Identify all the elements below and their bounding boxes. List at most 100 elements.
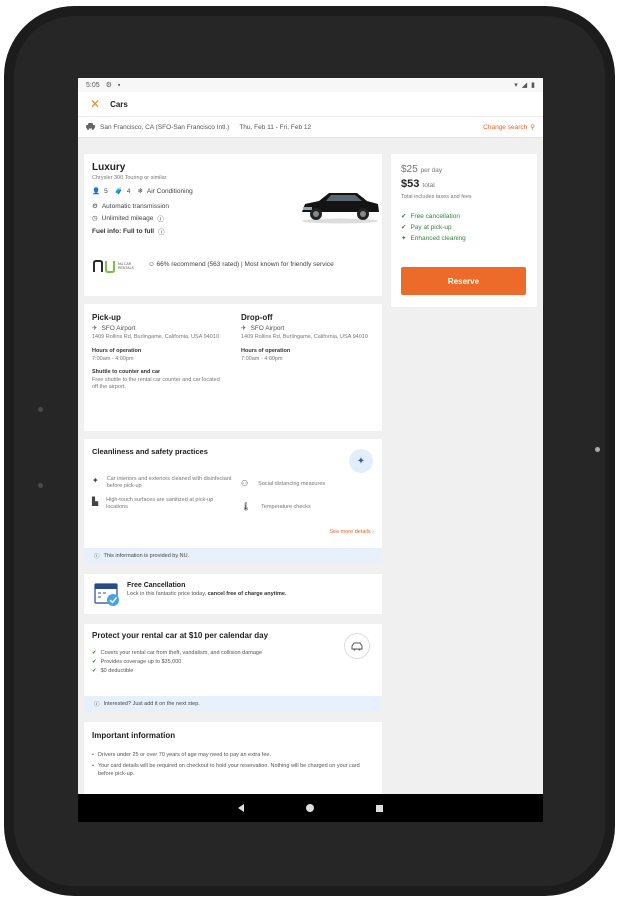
cleanliness-item: Social distancing measures (258, 480, 326, 487)
pickup-heading: Pick-up (92, 313, 121, 322)
price-feature: Pay at pick-up (410, 223, 452, 231)
price-feature: Enhanced cleaning (410, 234, 466, 242)
rating-icon: ☺ (148, 261, 155, 268)
check-icon: ✔ (92, 668, 97, 674)
recents-icon[interactable] (376, 804, 383, 812)
home-icon[interactable] (306, 804, 314, 812)
protection-info-bar: ⓘ Interested? Just add it on the next st… (84, 696, 382, 712)
price-card: $25 per day $53 total Total includes tax… (391, 154, 537, 307)
wifi-icon: ▾ (514, 82, 518, 89)
cleanliness-card: Cleanliness and safety practices ✦ ✦ Car… (84, 439, 382, 564)
price-total-unit: total (422, 182, 435, 189)
protection-heading: Protect your rental car at $10 per calen… (92, 631, 269, 640)
price-per-day-unit: per day (420, 167, 443, 174)
app-bar: ✕ Cars (78, 92, 543, 117)
change-search-link[interactable]: Change search ⚲ (483, 123, 535, 132)
check-icon: ✔ (401, 224, 407, 231)
check-icon: ✔ (401, 213, 407, 220)
page-title: Cars (110, 99, 128, 109)
android-nav-bar (78, 794, 543, 822)
search-location: San Francisco, CA (SFO-San Francisco Int… (100, 123, 230, 131)
snowflake-icon: ❄ (137, 188, 143, 195)
info-icon: ⓘ (94, 702, 100, 708)
dropoff-heading: Drop-off (241, 313, 273, 322)
important-item: Your card details will be required on ch… (97, 763, 360, 777)
see-more-label: See more details (329, 529, 371, 535)
reserve-button[interactable]: Reserve (401, 267, 526, 295)
pickup-hours-label: Hours of operation (92, 348, 142, 354)
cancellation-heading: Free Cancellation (127, 582, 186, 589)
sparkle-icon: ✦ (349, 449, 373, 473)
free-cancellation-card: Free Cancellation Lock in this fantastic… (84, 574, 382, 614)
shuttle-label: Shuttle to counter and car (92, 369, 161, 375)
info-icon[interactable]: ⓘ (158, 226, 165, 236)
tablet-camera-dot (595, 447, 600, 452)
check-icon: ✔ (92, 650, 97, 656)
price-note: Total includes taxes and fees (401, 194, 472, 200)
price-total: $53 (401, 178, 420, 190)
chevron-right-icon: › (372, 529, 374, 535)
provided-by-text: This information is provided by NU. (103, 553, 190, 559)
protection-item: Covers your rental car from theft, vanda… (100, 650, 263, 656)
protection-item: $0 deductible (100, 668, 134, 674)
fuel-info: Fuel info: Full to full (92, 227, 155, 235)
car-category: Luxury (92, 162, 126, 173)
gear-icon: ⚙ (105, 82, 112, 89)
search-dates: Thu, Feb 11 - Fri, Feb 12 (239, 123, 312, 131)
plane-icon: ✈ (241, 325, 247, 332)
sparkle-icon: ✦ (401, 235, 407, 242)
seat-count: 5 (104, 187, 108, 195)
pickup-dropoff-card: Pick-up ✈ SFO Airport 1409 Rollins Rd, Bu… (84, 304, 382, 431)
important-item: Drivers under 25 or over 70 years of age… (97, 752, 271, 758)
protection-info-text: Interested? Just add it on the next step… (103, 701, 200, 707)
pickup-hours: 7:00am - 4:00pm (92, 356, 134, 362)
transmission-icon: ⚙ (92, 203, 98, 210)
rating-text: 66% recommend (563 rated) | Most known f… (156, 261, 334, 268)
cancellation-text-bold: cancel free of charge anytime. (207, 591, 287, 597)
air-conditioning: Air Conditioning (146, 187, 193, 195)
sd-card-icon: ▪ (117, 81, 121, 89)
clock-icon: ◷ (92, 215, 98, 222)
info-icon[interactable]: ⓘ (157, 213, 164, 223)
spray-bottle-icon: ▙ (92, 497, 99, 506)
cleanliness-heading: Cleanliness and safety practices (92, 447, 208, 456)
info-icon: ⓘ (94, 554, 100, 560)
close-icon[interactable]: ✕ (90, 97, 100, 111)
protection-card: Protect your rental car at $10 per calen… (84, 624, 382, 712)
calendar-check-icon (94, 581, 120, 612)
cleanliness-item: Car interiors and exteriors cleaned with… (106, 476, 232, 489)
pickup-location: SFO Airport (101, 324, 136, 332)
change-search-label: Change search (483, 123, 528, 131)
check-icon: ✔ (92, 659, 97, 665)
car-details-card: Luxury Chrysler 300 Touring or similar 👤… (84, 154, 382, 296)
transmission: Automatic transmission (101, 202, 170, 210)
vendor-logo-text: NU CAR RENTALS (118, 262, 134, 270)
dropoff-address: 1409 Rollins Rd, Burlingame, California,… (241, 334, 368, 340)
status-bar: 5:05 ⚙ ▪ ▾ ◢ ▮ (78, 78, 543, 92)
bullet: • (92, 763, 94, 769)
distancing-icon: ⚇ (241, 479, 249, 488)
cancellation-text: Lock in this fantastic price today, (127, 591, 207, 597)
provided-by-bar: ⓘ This information is provided by NU. (84, 548, 382, 564)
car-image (299, 188, 381, 229)
protection-item: Provides coverage up to $35,000 (100, 659, 182, 665)
important-info-card: Important information • Drivers under 25 … (84, 722, 382, 802)
car-model: Chrysler 300 Touring or similar (92, 175, 167, 181)
pickup-address: 1409 Rollins Rd, Burlingame, California,… (92, 334, 219, 340)
sparkle-icon: ✦ (92, 476, 99, 485)
vendor-logo: NU CAR RENTALS (92, 260, 140, 274)
tablet-sensor-dot (38, 483, 43, 488)
see-more-link[interactable]: See more details › (329, 529, 374, 535)
dropoff-hours: 7:00am - 4:00pm (241, 356, 283, 362)
dropoff-location: SFO Airport (250, 324, 285, 332)
cleanliness-item: Temperature checks (261, 503, 311, 510)
back-icon[interactable] (238, 804, 244, 812)
person-icon: 👤 (92, 188, 101, 195)
battery-icon: ▮ (531, 82, 535, 89)
signal-icon: ◢ (521, 82, 528, 89)
luggage-icon: 🧳 (114, 188, 123, 195)
price-feature: Free cancellation (410, 212, 460, 220)
pickup-section: Pick-up ✈ SFO Airport 1409 Rollins Rd, Bu… (92, 313, 227, 391)
screen: 5:05 ⚙ ▪ ▾ ◢ ▮ ✕ Cars San Francisco, CA … (78, 78, 543, 822)
search-summary-bar: San Francisco, CA (SFO-San Francisco Int… (78, 117, 543, 138)
